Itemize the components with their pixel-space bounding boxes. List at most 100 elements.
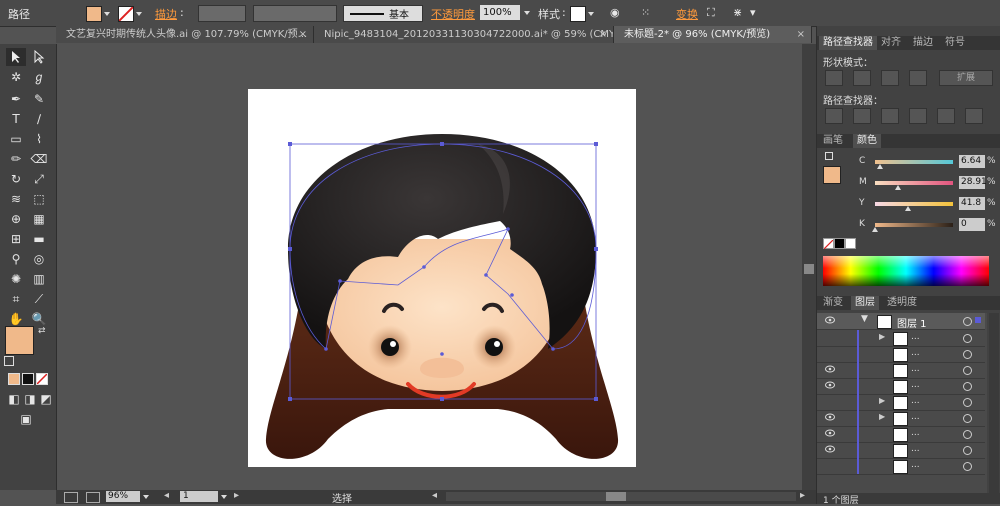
none-mode-icon[interactable] (36, 373, 48, 385)
color-spectrum[interactable] (823, 256, 989, 286)
expand-button[interactable]: 扩展 (939, 70, 993, 86)
scroll-right-icon[interactable]: ▸ (800, 490, 805, 501)
visibility-eye-icon[interactable] (825, 316, 835, 324)
zoom-dropdown-icon[interactable] (143, 495, 149, 499)
sublayer-name[interactable]: ... (911, 428, 920, 438)
paintbrush-tool-icon[interactable]: ⌇ (29, 130, 49, 148)
sublayer-target-icon[interactable] (963, 398, 972, 407)
transform-label[interactable]: 变换 (676, 6, 698, 22)
horizontal-scrollbar[interactable] (446, 492, 796, 501)
sublayer-name[interactable]: ... (911, 444, 920, 454)
sublayer-row[interactable]: ... (817, 426, 985, 443)
minus-front-button[interactable] (853, 70, 871, 86)
fill-swatch[interactable] (86, 6, 102, 22)
rectangle-tool-icon[interactable]: ▭ (6, 130, 26, 148)
tab-gradient[interactable]: 渐变 (819, 296, 847, 310)
default-colors-icon[interactable] (4, 356, 14, 366)
none-swatch-icon[interactable] (823, 238, 834, 250)
eyedropper-tool-icon[interactable]: ⚲ (6, 250, 26, 268)
visibility-eye-icon[interactable] (825, 413, 835, 421)
magenta-slider-thumb[interactable] (894, 185, 901, 190)
cyan-slider[interactable] (875, 160, 953, 164)
sublayer-target-icon[interactable] (963, 350, 972, 359)
yellow-value-field[interactable]: 41.8 (959, 197, 985, 210)
girl-face-illustration[interactable] (248, 89, 636, 467)
direct-selection-tool-icon[interactable] (29, 48, 49, 66)
style-dropdown-icon[interactable] (588, 12, 594, 16)
column-graph-tool-icon[interactable]: ▥ (29, 270, 49, 288)
close-tab-icon[interactable]: × (299, 26, 307, 43)
stroke-label[interactable]: 描边 (155, 6, 177, 22)
cyan-slider-thumb[interactable] (877, 164, 884, 169)
sublayer-row[interactable]: ▶... (817, 394, 985, 411)
sublayer-name[interactable]: ... (911, 412, 920, 422)
layer-target-icon[interactable] (963, 317, 972, 326)
h-scroll-thumb[interactable] (606, 492, 626, 501)
minus-back-button[interactable] (965, 108, 983, 124)
merge-button[interactable] (881, 108, 899, 124)
draw-inside-icon[interactable]: ◩ (36, 390, 56, 408)
tab-document-2[interactable]: Nipic_9483104_20120331130304722000.ai* @… (314, 26, 614, 43)
magic-wand-tool-icon[interactable]: ✲ (6, 68, 26, 86)
vertical-scrollbar[interactable] (802, 44, 816, 490)
sublayer-row[interactable]: ▶... (817, 330, 985, 347)
tab-stroke[interactable]: 描边 (909, 36, 937, 50)
opacity-field[interactable]: 100% (480, 5, 520, 20)
sublayer-row[interactable]: ... (817, 458, 985, 475)
exclude-button[interactable] (909, 70, 927, 86)
sublayer-target-icon[interactable] (963, 366, 972, 375)
perspective-grid-tool-icon[interactable]: ▦ (29, 210, 49, 228)
sublayer-name[interactable]: ... (911, 380, 920, 390)
expand-layer-icon[interactable]: ▼ (861, 314, 868, 324)
symbol-sprayer-tool-icon[interactable]: ✺ (6, 270, 26, 288)
fill-color-box[interactable] (5, 326, 34, 355)
stroke-swatch[interactable] (118, 6, 134, 22)
close-tab-icon[interactable]: × (599, 26, 607, 43)
fill-dropdown-icon[interactable] (104, 12, 110, 16)
sublayer-name[interactable]: ... (911, 332, 920, 342)
mesh-tool-icon[interactable]: ⊞ (6, 230, 26, 248)
sublayer-row[interactable]: ... (817, 442, 985, 459)
stroke-dropdown-icon[interactable] (136, 12, 142, 16)
layer-row-main[interactable]: ▼ 图层 1 (817, 313, 985, 330)
align-to-icon[interactable]: ⁙ (641, 6, 650, 19)
recolor-icon[interactable]: ◉ (610, 6, 620, 19)
white-swatch-icon[interactable] (845, 238, 856, 249)
prev-artboard-icon[interactable]: ◂ (164, 490, 169, 501)
isolate-icon[interactable]: ⛶ (707, 6, 715, 20)
layer-name[interactable]: 图层 1 (897, 315, 927, 330)
close-tab-icon[interactable]: × (797, 26, 805, 43)
sublayer-row[interactable]: ... (817, 378, 985, 395)
curvature-tool-icon[interactable]: ✎ (29, 90, 49, 108)
magenta-slider[interactable] (875, 181, 953, 185)
trim-button[interactable] (853, 108, 871, 124)
gradient-tool-icon[interactable]: ▬ (29, 230, 49, 248)
tab-document-3[interactable]: 未标题-2* @ 96% (CMYK/预览) × (614, 26, 812, 43)
graphic-style-swatch[interactable] (570, 6, 586, 22)
scale-tool-icon[interactable]: ⤢ (29, 170, 49, 188)
stroke-weight-field[interactable] (198, 5, 246, 22)
visibility-eye-icon[interactable] (825, 429, 835, 437)
visibility-eye-icon[interactable] (825, 445, 835, 453)
sublayer-row[interactable]: ... (817, 346, 985, 363)
magenta-value-field[interactable]: 28.91 (959, 176, 987, 189)
eraser-tool-icon[interactable]: ⌫ (29, 150, 49, 168)
expand-sublayer-icon[interactable]: ▶ (879, 412, 885, 421)
sublayer-name[interactable]: ... (911, 460, 920, 470)
intersect-button[interactable] (881, 70, 899, 86)
pencil-tool-icon[interactable]: ✏ (6, 150, 26, 168)
screen-mode-status-icon[interactable] (64, 492, 78, 503)
sublayer-target-icon[interactable] (963, 414, 972, 423)
panel-menu-icon[interactable]: ▾ (750, 6, 756, 19)
scroll-left-icon[interactable]: ◂ (432, 490, 437, 501)
type-tool-icon[interactable]: T (6, 110, 26, 128)
sublayer-name[interactable]: ... (911, 348, 920, 358)
next-artboard-icon[interactable]: ▸ (234, 490, 239, 501)
sublayer-row[interactable]: ... (817, 362, 985, 379)
black-swatch-icon[interactable] (834, 238, 845, 249)
tab-pathfinder[interactable]: 路径查找器 (819, 36, 877, 50)
swap-fill-stroke-icon[interactable]: ⇄ (38, 326, 46, 336)
tab-document-1[interactable]: 文艺复兴时期传统人头像.ai @ 107.79% (CMYK/预... × (56, 26, 314, 43)
divide-button[interactable] (825, 108, 843, 124)
sublayer-target-icon[interactable] (963, 430, 972, 439)
